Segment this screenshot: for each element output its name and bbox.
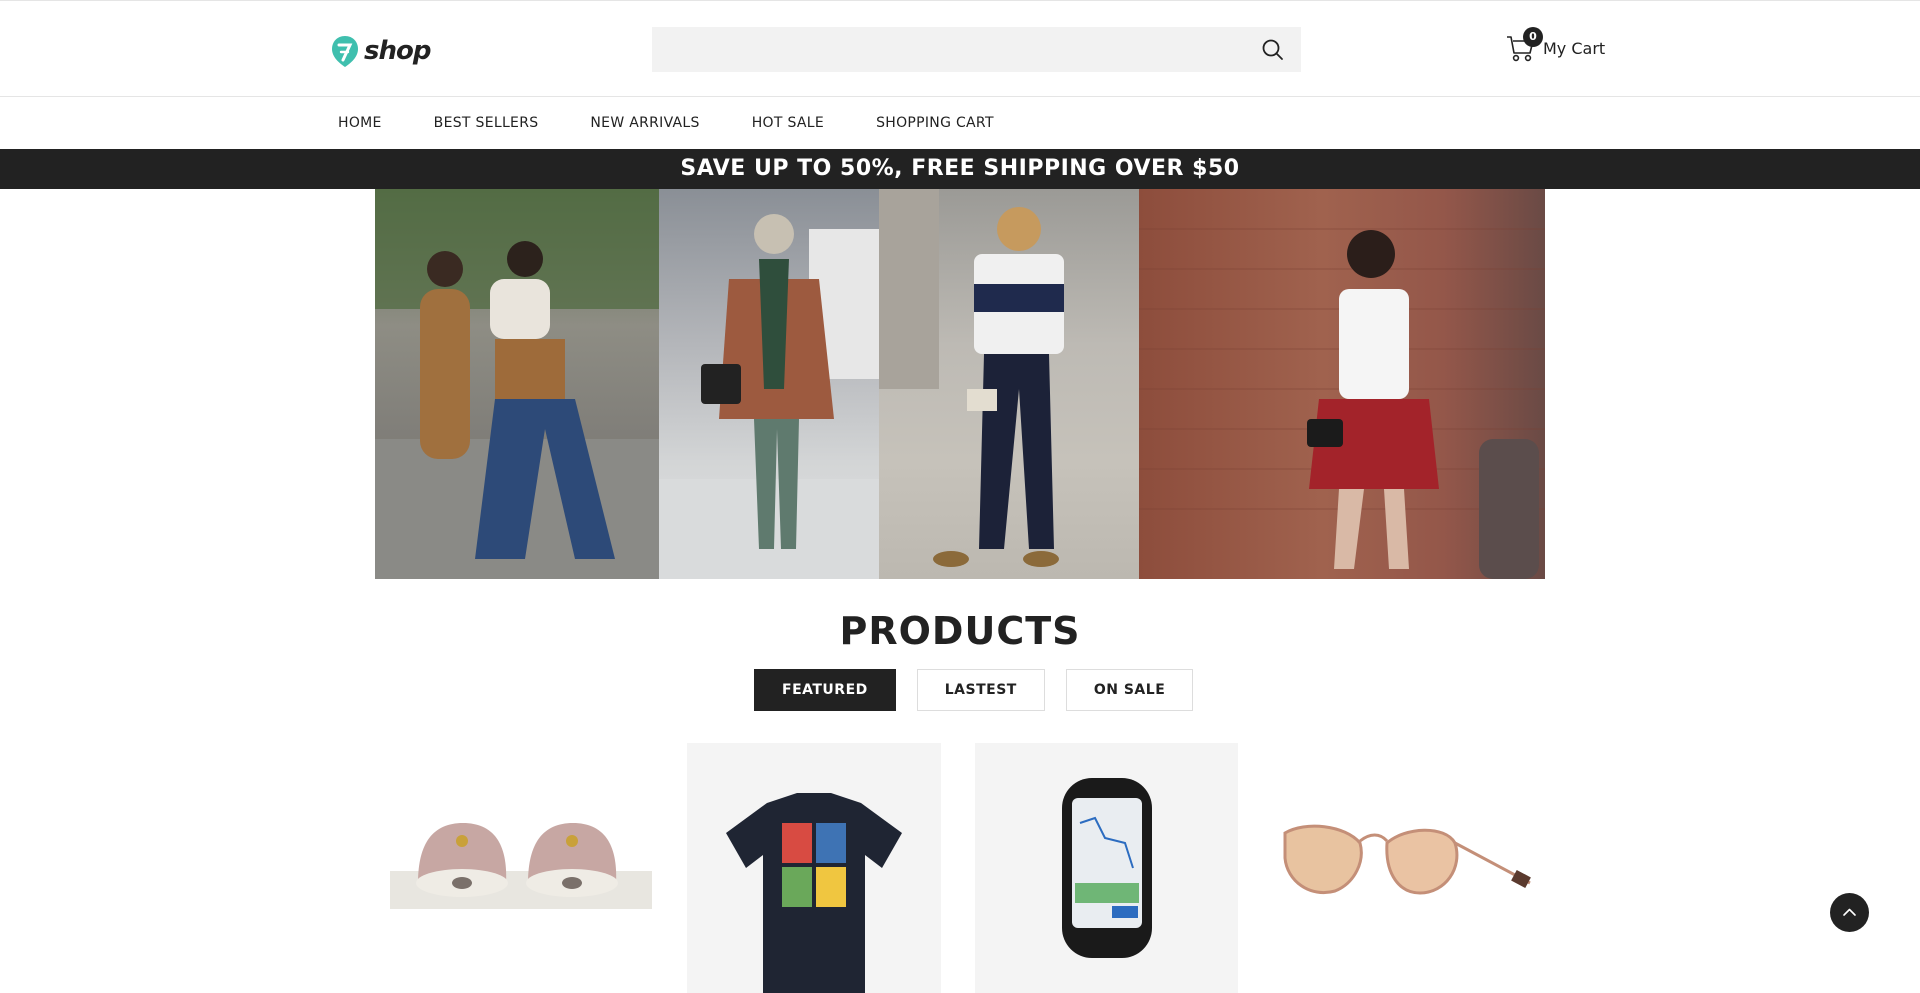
logo-icon — [332, 36, 358, 67]
product-image-sunglasses — [1283, 824, 1531, 895]
nav-item-home[interactable]: HOME — [338, 115, 382, 131]
nav-item-shopping-cart[interactable]: SHOPPING CART — [876, 115, 994, 131]
product-card-gps[interactable] — [975, 743, 1238, 993]
hero-banner[interactable] — [375, 189, 1545, 579]
product-image-tshirt — [726, 793, 902, 993]
nav-item-new-arrivals[interactable]: NEW ARRIVALS — [590, 115, 699, 131]
cart-button[interactable]: 0 My Cart — [1505, 27, 1606, 63]
hero-image-3 — [879, 189, 1139, 579]
product-image-sneakers — [390, 823, 652, 909]
product-card-tshirt[interactable] — [687, 743, 941, 993]
cart-label: My Cart — [1543, 38, 1606, 58]
main-nav: HOME BEST SELLERS NEW ARRIVALS HOT SALE … — [0, 97, 1920, 149]
cart-icon: 0 — [1505, 27, 1543, 63]
chevron-up-icon — [1843, 908, 1856, 916]
back-to-top-button[interactable] — [1830, 893, 1869, 932]
product-tabs: FEATURED LASTEST ON SALE — [754, 669, 1194, 711]
products-title: PRODUCTS — [839, 609, 1081, 653]
tab-on-sale[interactable]: ON SALE — [1065, 669, 1194, 711]
logo-text: shop — [364, 36, 431, 66]
search-icon[interactable] — [1261, 38, 1285, 62]
tab-featured[interactable]: FEATURED — [754, 669, 896, 711]
cart-count-badge: 0 — [1523, 27, 1543, 47]
tab-lastest[interactable]: LASTEST — [916, 669, 1045, 711]
hero-image-1 — [375, 189, 659, 579]
search-input[interactable] — [652, 27, 1252, 72]
product-card-sunglasses[interactable] — [1265, 743, 1535, 993]
promo-banner[interactable]: SAVE UP TO 50%, FREE SHIPPING OVER $50 — [0, 149, 1920, 189]
product-image-gps — [1062, 778, 1152, 958]
nav-item-best-sellers[interactable]: BEST SELLERS — [434, 115, 539, 131]
hero-image-2 — [659, 189, 879, 579]
product-grid — [0, 743, 1920, 993]
product-card-sneakers[interactable] — [388, 743, 654, 993]
site-logo[interactable]: shop — [330, 34, 431, 68]
nav-item-hot-sale[interactable]: HOT SALE — [752, 115, 824, 131]
search-bar — [652, 27, 1301, 72]
hero-image-4 — [1139, 189, 1545, 579]
site-header: shop 0 My Cart — [0, 0, 1920, 97]
